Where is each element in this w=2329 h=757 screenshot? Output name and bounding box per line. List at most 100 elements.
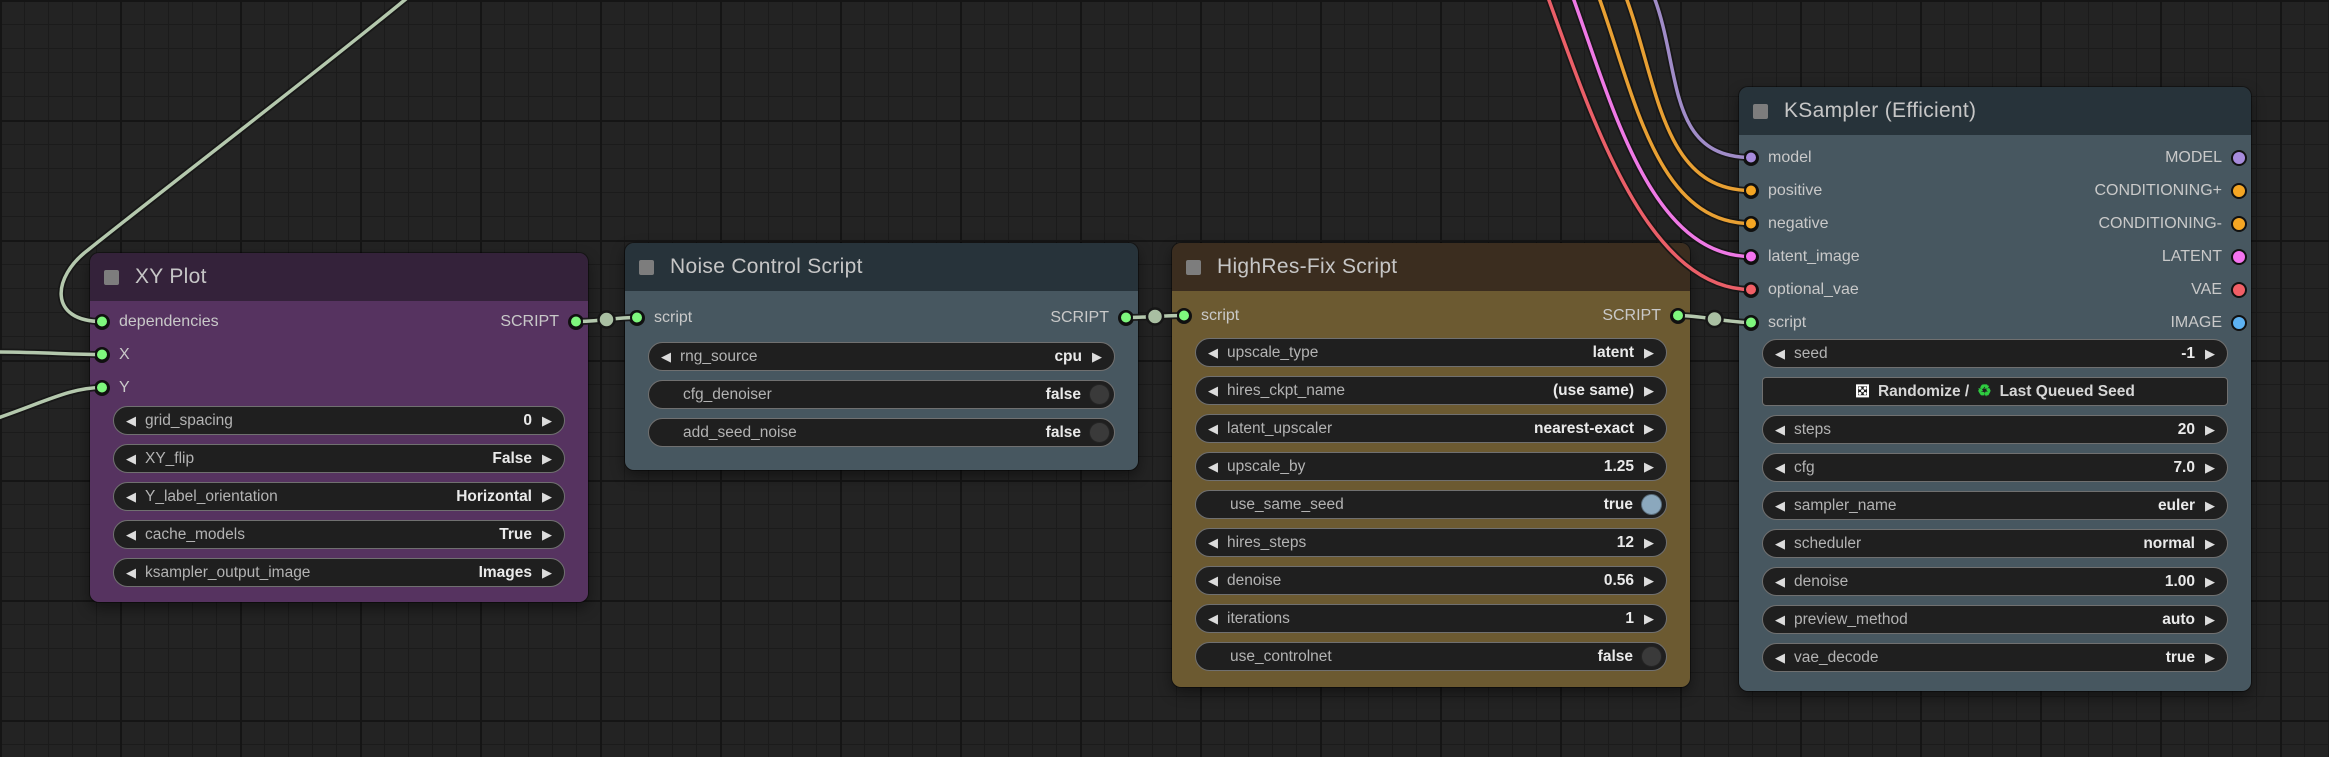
left-arrow-icon[interactable]: ◀ <box>126 528 136 541</box>
right-arrow-icon[interactable]: ▶ <box>2205 461 2215 474</box>
widget-vae-decode[interactable]: ◀ vae_decode true ▶ <box>1762 643 2228 672</box>
node-noise-control-script[interactable]: Noise Control Script script SCRIPT ◀ rng… <box>625 243 1138 470</box>
node-xy-plot[interactable]: XY Plot dependencies SCRIPT X Y ◀ grid_s… <box>90 253 588 602</box>
toggle-knob[interactable] <box>1089 422 1110 443</box>
output-port-dot-conditioning-minus[interactable] <box>2231 215 2247 232</box>
right-arrow-icon[interactable]: ▶ <box>2205 347 2215 360</box>
left-arrow-icon[interactable]: ◀ <box>126 566 136 579</box>
right-arrow-icon[interactable]: ▶ <box>2205 613 2215 626</box>
toggle-knob[interactable] <box>1641 646 1662 667</box>
right-arrow-icon[interactable]: ▶ <box>2205 537 2215 550</box>
widget-cfg[interactable]: ◀ cfg 7.0 ▶ <box>1762 453 2228 482</box>
widget-hires-steps[interactable]: ◀ hires_steps 12 ▶ <box>1195 528 1667 557</box>
input-port-dot-y[interactable] <box>94 379 110 396</box>
node-ksampler-efficient[interactable]: KSampler (Efficient) model MODEL positiv… <box>1739 87 2251 691</box>
left-arrow-icon[interactable]: ◀ <box>1775 347 1785 360</box>
widget-ksampler-output-image[interactable]: ◀ ksampler_output_image Images ▶ <box>113 558 565 587</box>
left-arrow-icon[interactable]: ◀ <box>1208 422 1218 435</box>
left-arrow-icon[interactable]: ◀ <box>661 350 671 363</box>
widget-cache-models[interactable]: ◀ cache_models True ▶ <box>113 520 565 549</box>
right-arrow-icon[interactable]: ▶ <box>542 414 552 427</box>
left-arrow-icon[interactable]: ◀ <box>1208 536 1218 549</box>
widget-y-label-orientation[interactable]: ◀ Y_label_orientation Horizontal ▶ <box>113 482 565 511</box>
right-arrow-icon[interactable]: ▶ <box>1644 536 1654 549</box>
right-arrow-icon[interactable]: ▶ <box>1092 350 1102 363</box>
right-arrow-icon[interactable]: ▶ <box>1644 346 1654 359</box>
left-arrow-icon[interactable]: ◀ <box>126 452 136 465</box>
left-arrow-icon[interactable]: ◀ <box>1208 460 1218 473</box>
left-arrow-icon[interactable]: ◀ <box>1208 346 1218 359</box>
node-header[interactable]: XY Plot <box>90 253 588 301</box>
right-arrow-icon[interactable]: ▶ <box>1644 384 1654 397</box>
input-port-dot-x[interactable] <box>94 346 110 363</box>
input-port-dot-negative[interactable] <box>1743 215 1759 232</box>
input-port-dot-optional-vae[interactable] <box>1743 281 1759 298</box>
input-port-dot-latent-image[interactable] <box>1743 248 1759 265</box>
widget-add-seed-noise[interactable]: add_seed_noise false <box>648 418 1115 447</box>
collapse-box-icon[interactable] <box>1753 103 1768 119</box>
widget-upscale-type[interactable]: ◀ upscale_type latent ▶ <box>1195 338 1667 367</box>
right-arrow-icon[interactable]: ▶ <box>2205 575 2215 588</box>
collapse-box-icon[interactable] <box>639 259 654 275</box>
left-arrow-icon[interactable]: ◀ <box>1775 575 1785 588</box>
input-port-dot-model[interactable] <box>1743 149 1759 166</box>
widget-upscale-by[interactable]: ◀ upscale_by 1.25 ▶ <box>1195 452 1667 481</box>
left-arrow-icon[interactable]: ◀ <box>1775 651 1785 664</box>
widget-seed[interactable]: ◀ seed -1 ▶ <box>1762 339 2228 368</box>
widget-rng-source[interactable]: ◀ rng_source cpu ▶ <box>648 342 1115 371</box>
widget-denoise[interactable]: ◀ denoise 0.56 ▶ <box>1195 566 1667 595</box>
right-arrow-icon[interactable]: ▶ <box>1644 574 1654 587</box>
widget-latent-upscaler[interactable]: ◀ latent_upscaler nearest-exact ▶ <box>1195 414 1667 443</box>
right-arrow-icon[interactable]: ▶ <box>2205 651 2215 664</box>
output-port-dot-model[interactable] <box>2231 149 2247 166</box>
left-arrow-icon[interactable]: ◀ <box>1775 461 1785 474</box>
canvas-grid[interactable]: XY Plot dependencies SCRIPT X Y ◀ grid_s… <box>0 0 2329 757</box>
right-arrow-icon[interactable]: ▶ <box>542 566 552 579</box>
right-arrow-icon[interactable]: ▶ <box>2205 423 2215 436</box>
widget-scheduler[interactable]: ◀ scheduler normal ▶ <box>1762 529 2228 558</box>
collapse-box-icon[interactable] <box>104 269 119 285</box>
node-header[interactable]: Noise Control Script <box>625 243 1138 291</box>
node-header[interactable]: KSampler (Efficient) <box>1739 87 2251 135</box>
left-arrow-icon[interactable]: ◀ <box>1208 384 1218 397</box>
output-port-dot-script[interactable] <box>1118 309 1134 326</box>
input-port-dot-script[interactable] <box>1743 314 1759 331</box>
node-header[interactable]: HighRes-Fix Script <box>1172 243 1690 291</box>
input-port-dot-script[interactable] <box>1176 307 1192 324</box>
output-port-dot-script[interactable] <box>568 313 584 330</box>
widget-cfg-denoiser[interactable]: cfg_denoiser false <box>648 380 1115 409</box>
input-port-dot-positive[interactable] <box>1743 182 1759 199</box>
collapse-box-icon[interactable] <box>1186 259 1201 275</box>
widget-sampler-name[interactable]: ◀ sampler_name euler ▶ <box>1762 491 2228 520</box>
widget-use-controlnet[interactable]: use_controlnet false <box>1195 642 1667 671</box>
widget-grid-spacing[interactable]: ◀ grid_spacing 0 ▶ <box>113 406 565 435</box>
randomize-last-queued-seed-button[interactable]: ⚄ Randomize / ♻ Last Queued Seed <box>1762 377 2228 406</box>
right-arrow-icon[interactable]: ▶ <box>1644 460 1654 473</box>
node-highres-fix-script[interactable]: HighRes-Fix Script script SCRIPT ◀ upsca… <box>1172 243 1690 687</box>
left-arrow-icon[interactable]: ◀ <box>126 414 136 427</box>
left-arrow-icon[interactable]: ◀ <box>1775 499 1785 512</box>
left-arrow-icon[interactable]: ◀ <box>1775 613 1785 626</box>
toggle-knob[interactable] <box>1089 384 1110 405</box>
input-port-dot-script[interactable] <box>629 309 645 326</box>
output-port-dot-latent[interactable] <box>2231 248 2247 265</box>
widget-steps[interactable]: ◀ steps 20 ▶ <box>1762 415 2228 444</box>
right-arrow-icon[interactable]: ▶ <box>542 490 552 503</box>
widget-iterations[interactable]: ◀ iterations 1 ▶ <box>1195 604 1667 633</box>
output-port-dot-script[interactable] <box>1670 307 1686 324</box>
right-arrow-icon[interactable]: ▶ <box>1644 612 1654 625</box>
output-port-dot-conditioning-plus[interactable] <box>2231 182 2247 199</box>
right-arrow-icon[interactable]: ▶ <box>542 528 552 541</box>
widget-denoise[interactable]: ◀ denoise 1.00 ▶ <box>1762 567 2228 596</box>
left-arrow-icon[interactable]: ◀ <box>1208 612 1218 625</box>
widget-preview-method[interactable]: ◀ preview_method auto ▶ <box>1762 605 2228 634</box>
left-arrow-icon[interactable]: ◀ <box>1208 574 1218 587</box>
left-arrow-icon[interactable]: ◀ <box>1775 537 1785 550</box>
right-arrow-icon[interactable]: ▶ <box>542 452 552 465</box>
toggle-knob[interactable] <box>1641 494 1662 515</box>
left-arrow-icon[interactable]: ◀ <box>1775 423 1785 436</box>
widget-xy-flip[interactable]: ◀ XY_flip False ▶ <box>113 444 565 473</box>
widget-hires-ckpt-name[interactable]: ◀ hires_ckpt_name (use same) ▶ <box>1195 376 1667 405</box>
right-arrow-icon[interactable]: ▶ <box>2205 499 2215 512</box>
left-arrow-icon[interactable]: ◀ <box>126 490 136 503</box>
